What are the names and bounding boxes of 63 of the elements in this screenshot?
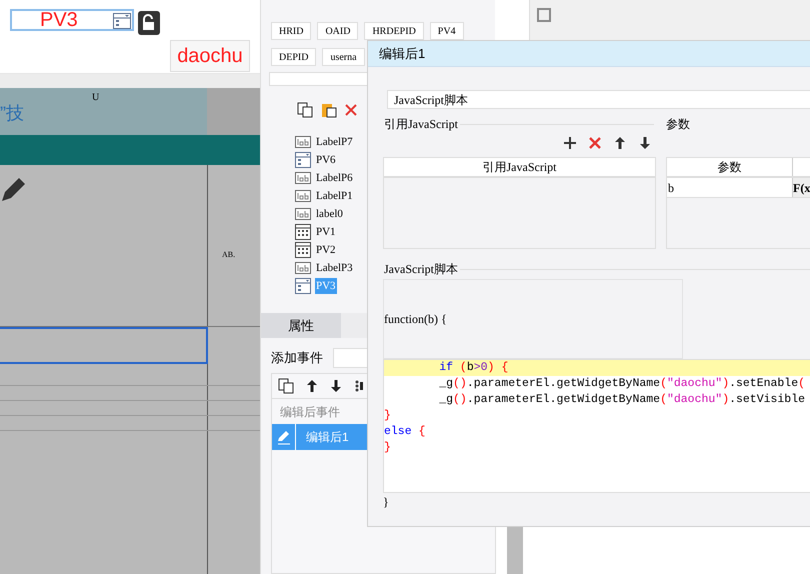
delete-icon[interactable] (345, 104, 357, 116)
add-icon[interactable] (563, 136, 577, 150)
group-label: 参数 (666, 115, 692, 133)
heading-text: ”技 (0, 104, 24, 122)
parameter-cell: b (667, 178, 793, 197)
selected-cell[interactable] (0, 327, 208, 364)
type-field[interactable]: JavaScript脚本 (387, 90, 810, 109)
label-widget-icon (295, 262, 311, 274)
code-line: } (384, 440, 392, 456)
maximize-icon[interactable] (537, 8, 551, 22)
group-label: JavaScript脚本 (384, 260, 460, 278)
move-up-icon[interactable] (613, 136, 627, 150)
parameter-button[interactable]: PV4 (430, 22, 464, 40)
parameter-button[interactable]: userna (322, 48, 365, 66)
column-header: 参数 (667, 158, 793, 176)
combo-widget-icon (295, 278, 311, 294)
up-arrow-icon[interactable] (306, 379, 318, 393)
widget-label: PV3 (40, 10, 78, 30)
parameter-button[interactable]: HRID (271, 22, 312, 40)
label-widget-icon (295, 208, 311, 220)
parameter-button[interactable]: OAID (317, 22, 358, 40)
column-header: 引用JavaScript (482, 159, 556, 176)
tree-item[interactable]: PV1 (315, 224, 337, 240)
parameter-button[interactable]: HRDEPID (364, 22, 424, 40)
tree-item[interactable]: LabelP3 (315, 260, 354, 276)
formula-button[interactable]: F(x (793, 178, 810, 197)
label-widget-icon (295, 172, 311, 184)
down-arrow-icon[interactable] (330, 379, 342, 393)
code-line: } (383, 494, 390, 511)
more-icon[interactable] (354, 379, 364, 393)
code-line: } (384, 408, 392, 424)
add-event-label: 添加事件 (271, 349, 323, 368)
code-line: else { (384, 424, 426, 440)
unlock-icon[interactable] (138, 11, 160, 35)
button-label: daochu (177, 46, 243, 66)
remove-icon[interactable] (588, 136, 602, 150)
code-line: _g().parameterEl.getWidgetByName("daochu").setVisible (438, 392, 806, 408)
header-cell (207, 88, 260, 135)
pencil-icon (276, 429, 292, 445)
code-editor[interactable]: if (b>0) { _g().parameterEl.getWidgetByName("daochu").setEnable( _g().parameterEl.getWidgetByName("daochu").setVisible } else { } (383, 359, 810, 493)
cell-text: AB. (222, 249, 236, 261)
column-header: U (92, 91, 100, 105)
copy-icon[interactable] (297, 102, 313, 118)
calendar-icon (295, 224, 311, 240)
tree-item[interactable]: LabelP6 (315, 170, 354, 186)
tab[interactable]: 属性 (261, 313, 341, 338)
code-line: _g().parameterEl.getWidgetByName("daochu").setEnable( (438, 376, 806, 392)
calendar-icon (295, 242, 311, 258)
parameter-button[interactable]: DEPID (271, 48, 316, 66)
tree-item[interactable]: LabelP1 (315, 188, 354, 204)
copy-icon[interactable] (278, 378, 294, 394)
move-down-icon[interactable] (638, 136, 652, 150)
combo-widget-icon (295, 152, 311, 168)
paste-icon[interactable] (321, 102, 337, 118)
tree-item[interactable]: PV6 (315, 152, 337, 168)
dialog-title: 编辑后1 (379, 44, 426, 63)
label-widget-icon (295, 136, 311, 148)
code-line: function(b) { (384, 311, 447, 328)
tree-item[interactable]: label0 (315, 206, 344, 222)
tree-item[interactable]: PV2 (315, 242, 337, 258)
tree-item[interactable]: LabelP7 (315, 134, 354, 150)
label-widget-icon (295, 190, 311, 202)
event-group-label: 编辑后事件 (280, 404, 340, 420)
